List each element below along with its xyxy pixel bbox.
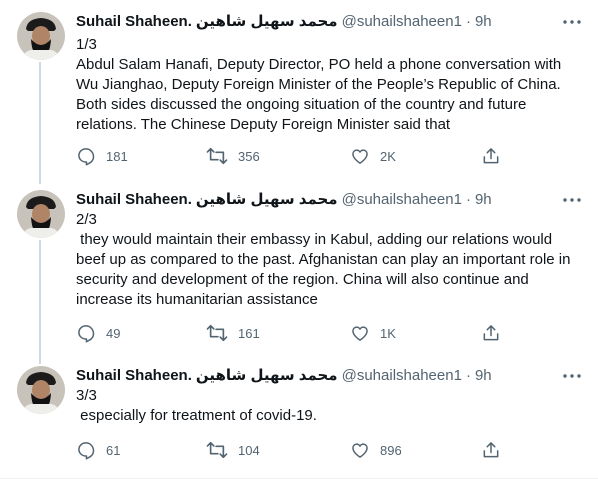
retweet-count: 356 bbox=[238, 148, 260, 164]
tweet-text: 2/3 they would maintain their embassy in… bbox=[76, 210, 586, 310]
tweet-text-line: increase its humanitarian assistance bbox=[76, 291, 318, 308]
author-handle[interactable]: @suhailshaheen1 bbox=[342, 190, 462, 210]
retweet-icon bbox=[206, 146, 228, 166]
retweet-count: 161 bbox=[238, 325, 260, 341]
tweet-3[interactable]: Suhail Shaheen. محمد سهیل شاهین @suhails… bbox=[0, 366, 598, 466]
share-icon bbox=[481, 440, 501, 460]
more-icon[interactable] bbox=[560, 190, 584, 210]
tweet-actions: 181 356 2K bbox=[76, 146, 501, 166]
tweet-text-line: Abdul Salam Hanafi, Deputy Director, PO … bbox=[76, 56, 562, 73]
retweet-button[interactable]: 161 bbox=[206, 323, 260, 343]
tweet-text-line: Both sides discussed the ongoing situati… bbox=[76, 96, 527, 113]
tweet-text-line: Wu Jianghao, Deputy Foreign Minister of … bbox=[76, 76, 561, 93]
share-button[interactable] bbox=[481, 146, 501, 166]
share-icon bbox=[481, 146, 501, 166]
reply-button[interactable]: 181 bbox=[76, 146, 128, 166]
retweet-button[interactable]: 356 bbox=[206, 146, 260, 166]
tweet-timestamp[interactable]: 9h bbox=[475, 12, 492, 32]
tweet-actions: 61 104 896 bbox=[76, 440, 501, 460]
tweet-header: Suhail Shaheen. محمد سهیل شاهین @suhails… bbox=[76, 190, 492, 210]
like-icon bbox=[350, 323, 370, 343]
tweet-header: Suhail Shaheen. محمد سهیل شاهین @suhails… bbox=[76, 12, 492, 32]
tweet-text-line: they would maintain their embassy in Kab… bbox=[76, 231, 553, 248]
reply-button[interactable]: 49 bbox=[76, 323, 120, 343]
more-icon[interactable] bbox=[560, 366, 584, 386]
tweet-actions: 49 161 1K bbox=[76, 323, 501, 343]
share-icon bbox=[481, 323, 501, 343]
like-button[interactable]: 2K bbox=[350, 146, 396, 166]
separator-dot: · bbox=[465, 191, 471, 208]
tweet-text-line: 3/3 bbox=[76, 387, 97, 404]
like-button[interactable]: 896 bbox=[350, 440, 402, 460]
author-name-arabic[interactable]: محمد سهیل شاهین bbox=[196, 190, 338, 210]
author-name[interactable]: Suhail Shaheen. bbox=[76, 12, 192, 32]
author-name-arabic[interactable]: محمد سهیل شاهین bbox=[196, 12, 338, 32]
tweet-text-line: 2/3 bbox=[76, 211, 97, 228]
tweet-header: Suhail Shaheen. محمد سهیل شاهین @suhails… bbox=[76, 366, 492, 386]
like-icon bbox=[350, 440, 370, 460]
retweet-count: 104 bbox=[238, 442, 260, 458]
like-count: 2K bbox=[380, 148, 396, 164]
reply-button[interactable]: 61 bbox=[76, 440, 120, 460]
tweet-text: 3/3 especially for treatment of covid-19… bbox=[76, 386, 586, 426]
like-icon bbox=[350, 146, 370, 166]
reply-icon bbox=[76, 323, 96, 343]
author-handle[interactable]: @suhailshaheen1 bbox=[342, 12, 462, 32]
tweet-text: 1/3 Abdul Salam Hanafi, Deputy Director,… bbox=[76, 35, 586, 135]
tweet-text-line: beef up as compared to the past. Afghani… bbox=[76, 251, 571, 268]
author-name-arabic[interactable]: محمد سهیل شاهین bbox=[196, 366, 338, 386]
divider bbox=[0, 478, 598, 479]
avatar[interactable] bbox=[17, 190, 65, 238]
tweet-text-line: relations. The Chinese Deputy Foreign Mi… bbox=[76, 116, 451, 133]
retweet-button[interactable]: 104 bbox=[206, 440, 260, 460]
tweet-thread: Suhail Shaheen. محمد سهیل شاهین @suhails… bbox=[0, 0, 598, 490]
tweet-text-line: security and development of the region. … bbox=[76, 271, 529, 288]
reply-count: 61 bbox=[106, 442, 121, 458]
share-button[interactable] bbox=[481, 440, 501, 460]
tweet-text-line: 1/3 bbox=[76, 36, 97, 53]
reply-count: 49 bbox=[106, 325, 121, 341]
separator-dot: · bbox=[465, 367, 471, 384]
reply-icon bbox=[76, 146, 96, 166]
avatar[interactable] bbox=[17, 12, 65, 60]
retweet-icon bbox=[206, 440, 228, 460]
like-count: 896 bbox=[380, 442, 402, 458]
tweet-timestamp[interactable]: 9h bbox=[475, 366, 492, 386]
author-name[interactable]: Suhail Shaheen. bbox=[76, 190, 192, 210]
reply-count: 181 bbox=[106, 148, 128, 164]
author-name[interactable]: Suhail Shaheen. bbox=[76, 366, 192, 386]
reply-icon bbox=[76, 440, 96, 460]
avatar[interactable] bbox=[17, 366, 65, 414]
tweet-1[interactable]: Suhail Shaheen. محمد سهیل شاهین @suhails… bbox=[0, 12, 598, 172]
share-button[interactable] bbox=[481, 323, 501, 343]
retweet-icon bbox=[206, 323, 228, 343]
like-count: 1K bbox=[380, 325, 396, 341]
tweet-2[interactable]: Suhail Shaheen. محمد سهیل شاهین @suhails… bbox=[0, 190, 598, 350]
separator-dot: · bbox=[465, 13, 471, 30]
author-handle[interactable]: @suhailshaheen1 bbox=[342, 366, 462, 386]
tweet-text-line: especially for treatment of covid-19. bbox=[76, 407, 317, 424]
like-button[interactable]: 1K bbox=[350, 323, 396, 343]
more-icon[interactable] bbox=[560, 12, 584, 32]
tweet-timestamp[interactable]: 9h bbox=[475, 190, 492, 210]
